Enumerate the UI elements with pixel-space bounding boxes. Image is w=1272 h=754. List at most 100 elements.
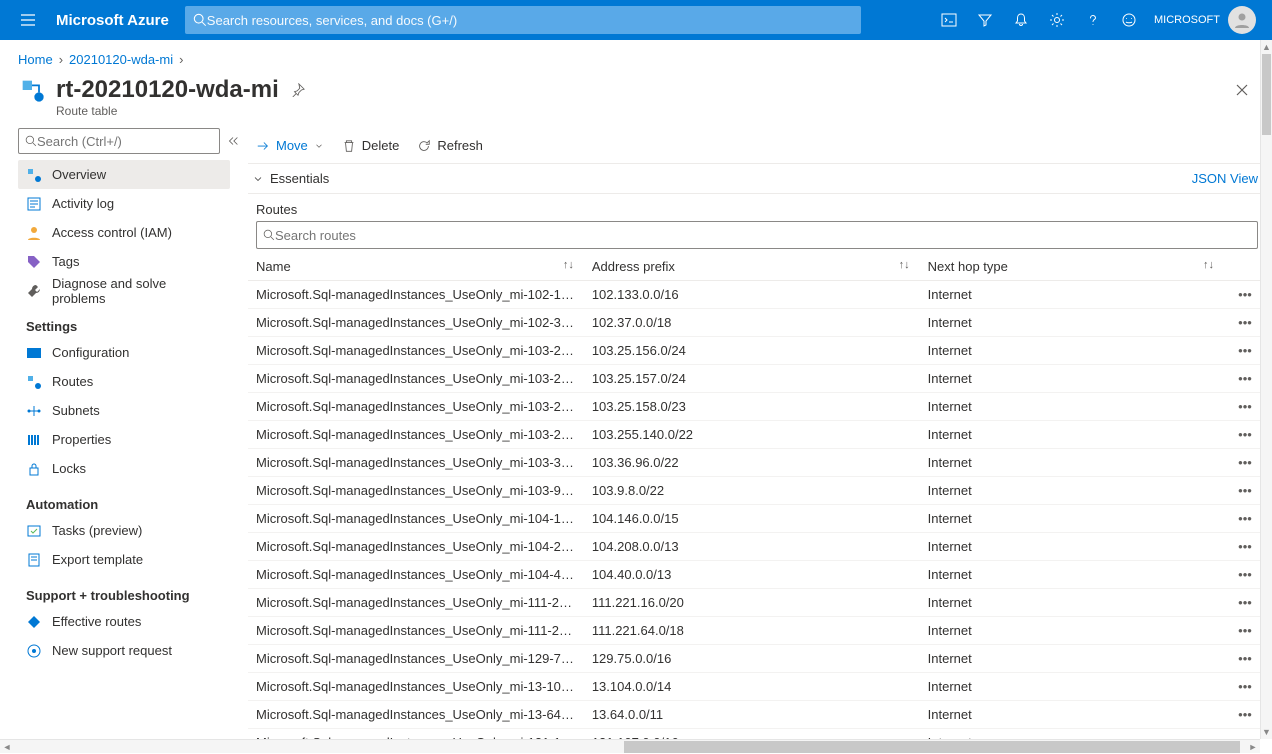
route-name[interactable]: Microsoft.Sql-managedInstances_UseOnly_m… bbox=[248, 645, 584, 673]
route-name[interactable]: Microsoft.Sql-managedInstances_UseOnly_m… bbox=[248, 533, 584, 561]
route-prefix: 104.40.0.0/13 bbox=[584, 561, 920, 589]
route-name[interactable]: Microsoft.Sql-managedInstances_UseOnly_m… bbox=[248, 701, 584, 729]
essentials-toggle[interactable]: Essentials bbox=[252, 171, 329, 186]
route-prefix: 104.146.0.0/15 bbox=[584, 505, 920, 533]
close-button[interactable] bbox=[1234, 82, 1254, 98]
help-button[interactable] bbox=[1076, 0, 1110, 40]
route-hop: Internet bbox=[920, 505, 1224, 533]
route-prefix: 103.25.158.0/23 bbox=[584, 393, 920, 421]
sidebar-item-configuration[interactable]: Configuration bbox=[18, 338, 230, 367]
scroll-right-icon[interactable]: ► bbox=[1246, 740, 1260, 754]
table-row[interactable]: Microsoft.Sql-managedInstances_UseOnly_m… bbox=[248, 589, 1266, 617]
scrollbar-track[interactable] bbox=[1261, 54, 1272, 725]
global-search-input[interactable] bbox=[207, 13, 853, 28]
sidebar-search[interactable] bbox=[18, 128, 220, 154]
main-content: Overview Activity log Access control (IA… bbox=[0, 128, 1272, 741]
breadcrumb-item[interactable]: 20210120-wda-mi bbox=[69, 52, 173, 67]
route-name[interactable]: Microsoft.Sql-managedInstances_UseOnly_m… bbox=[248, 589, 584, 617]
table-row[interactable]: Microsoft.Sql-managedInstances_UseOnly_m… bbox=[248, 477, 1266, 505]
overview-icon bbox=[26, 167, 42, 183]
sidebar-item-newreq[interactable]: New support request bbox=[18, 636, 230, 665]
route-name[interactable]: Microsoft.Sql-managedInstances_UseOnly_m… bbox=[248, 477, 584, 505]
table-row[interactable]: Microsoft.Sql-managedInstances_UseOnly_m… bbox=[248, 365, 1266, 393]
route-name[interactable]: Microsoft.Sql-managedInstances_UseOnly_m… bbox=[248, 393, 584, 421]
trash-icon bbox=[342, 139, 356, 153]
table-row[interactable]: Microsoft.Sql-managedInstances_UseOnly_m… bbox=[248, 281, 1266, 309]
route-name[interactable]: Microsoft.Sql-managedInstances_UseOnly_m… bbox=[248, 281, 584, 309]
cloudshell-button[interactable] bbox=[932, 0, 966, 40]
breadcrumb-home[interactable]: Home bbox=[18, 52, 53, 67]
scrollbar-thumb[interactable] bbox=[624, 741, 1240, 753]
table-row[interactable]: Microsoft.Sql-managedInstances_UseOnly_m… bbox=[248, 645, 1266, 673]
sidebar-item-routes[interactable]: Routes bbox=[18, 367, 230, 396]
col-name[interactable]: Name↑↓ bbox=[248, 253, 584, 281]
sidebar-item-overview[interactable]: Overview bbox=[18, 160, 230, 189]
directory-button[interactable] bbox=[968, 0, 1002, 40]
sidebar-item-tasks[interactable]: Tasks (preview) bbox=[18, 516, 230, 545]
route-name[interactable]: Microsoft.Sql-managedInstances_UseOnly_m… bbox=[248, 673, 584, 701]
table-row[interactable]: Microsoft.Sql-managedInstances_UseOnly_m… bbox=[248, 449, 1266, 477]
table-row[interactable]: Microsoft.Sql-managedInstances_UseOnly_m… bbox=[248, 337, 1266, 365]
delete-button[interactable]: Delete bbox=[342, 138, 400, 153]
route-name[interactable]: Microsoft.Sql-managedInstances_UseOnly_m… bbox=[248, 365, 584, 393]
route-name[interactable]: Microsoft.Sql-managedInstances_UseOnly_m… bbox=[248, 309, 584, 337]
route-name[interactable]: Microsoft.Sql-managedInstances_UseOnly_m… bbox=[248, 561, 584, 589]
notifications-button[interactable] bbox=[1004, 0, 1038, 40]
brand-label[interactable]: Microsoft Azure bbox=[48, 12, 185, 29]
move-button[interactable]: Move bbox=[256, 138, 324, 153]
scroll-up-icon[interactable]: ▲ bbox=[1261, 40, 1272, 54]
table-row[interactable]: Microsoft.Sql-managedInstances_UseOnly_m… bbox=[248, 701, 1266, 729]
feedback-button[interactable] bbox=[1112, 0, 1146, 40]
hamburger-menu[interactable] bbox=[8, 0, 48, 40]
table-row[interactable]: Microsoft.Sql-managedInstances_UseOnly_m… bbox=[248, 505, 1266, 533]
sidebar-search-input[interactable] bbox=[37, 134, 213, 149]
routes-search-input[interactable] bbox=[275, 228, 1251, 243]
routes-search[interactable] bbox=[256, 221, 1258, 249]
account-label: MICROSOFT bbox=[1154, 14, 1220, 26]
table-row[interactable]: Microsoft.Sql-managedInstances_UseOnly_m… bbox=[248, 673, 1266, 701]
sidebar-item-diagnose[interactable]: Diagnose and solve problems bbox=[18, 276, 230, 305]
route-hop: Internet bbox=[920, 477, 1224, 505]
sidebar-item-effective[interactable]: Effective routes bbox=[18, 607, 230, 636]
route-name[interactable]: Microsoft.Sql-managedInstances_UseOnly_m… bbox=[248, 421, 584, 449]
smiley-icon bbox=[1121, 12, 1137, 28]
sidebar-item-iam[interactable]: Access control (IAM) bbox=[18, 218, 230, 247]
scrollbar-track[interactable] bbox=[14, 740, 1246, 754]
table-row[interactable]: Microsoft.Sql-managedInstances_UseOnly_m… bbox=[248, 561, 1266, 589]
col-prefix[interactable]: Address prefix↑↓ bbox=[584, 253, 920, 281]
scroll-left-icon[interactable]: ◄ bbox=[0, 740, 14, 754]
sidebar-item-locks[interactable]: Locks bbox=[18, 454, 230, 483]
search-icon bbox=[263, 229, 275, 241]
table-row[interactable]: Microsoft.Sql-managedInstances_UseOnly_m… bbox=[248, 421, 1266, 449]
collapse-sidebar-button[interactable] bbox=[226, 134, 240, 148]
chevron-right-icon: › bbox=[59, 52, 63, 67]
sidebar-item-subnets[interactable]: Subnets bbox=[18, 396, 230, 425]
refresh-button[interactable]: Refresh bbox=[417, 138, 483, 153]
scrollbar-thumb[interactable] bbox=[1262, 54, 1271, 135]
sidebar-item-properties[interactable]: Properties bbox=[18, 425, 230, 454]
account-button[interactable]: MICROSOFT bbox=[1146, 6, 1264, 34]
page-title-row: rt-20210120-wda-mi bbox=[0, 72, 1272, 108]
global-search[interactable] bbox=[185, 6, 861, 34]
route-hop: Internet bbox=[920, 365, 1224, 393]
pin-button[interactable] bbox=[291, 83, 305, 97]
table-row[interactable]: Microsoft.Sql-managedInstances_UseOnly_m… bbox=[248, 533, 1266, 561]
route-name[interactable]: Microsoft.Sql-managedInstances_UseOnly_m… bbox=[248, 505, 584, 533]
route-prefix: 103.255.140.0/22 bbox=[584, 421, 920, 449]
table-row[interactable]: Microsoft.Sql-managedInstances_UseOnly_m… bbox=[248, 617, 1266, 645]
sidebar-item-tags[interactable]: Tags bbox=[18, 247, 230, 276]
route-name[interactable]: Microsoft.Sql-managedInstances_UseOnly_m… bbox=[248, 337, 584, 365]
vertical-scrollbar[interactable]: ▲ ▼ bbox=[1260, 40, 1272, 739]
scroll-down-icon[interactable]: ▼ bbox=[1261, 725, 1272, 739]
route-name[interactable]: Microsoft.Sql-managedInstances_UseOnly_m… bbox=[248, 449, 584, 477]
horizontal-scrollbar[interactable]: ◄ ► bbox=[0, 739, 1260, 753]
sidebar-item-activitylog[interactable]: Activity log bbox=[18, 189, 230, 218]
table-row[interactable]: Microsoft.Sql-managedInstances_UseOnly_m… bbox=[248, 393, 1266, 421]
table-row[interactable]: Microsoft.Sql-managedInstances_UseOnly_m… bbox=[248, 309, 1266, 337]
col-hop[interactable]: Next hop type↑↓ bbox=[920, 253, 1224, 281]
sidebar-section-automation: Automation bbox=[18, 483, 230, 516]
sidebar-item-export[interactable]: Export template bbox=[18, 545, 230, 574]
json-view-link[interactable]: JSON View bbox=[1192, 171, 1258, 186]
route-name[interactable]: Microsoft.Sql-managedInstances_UseOnly_m… bbox=[248, 617, 584, 645]
settings-button[interactable] bbox=[1040, 0, 1074, 40]
